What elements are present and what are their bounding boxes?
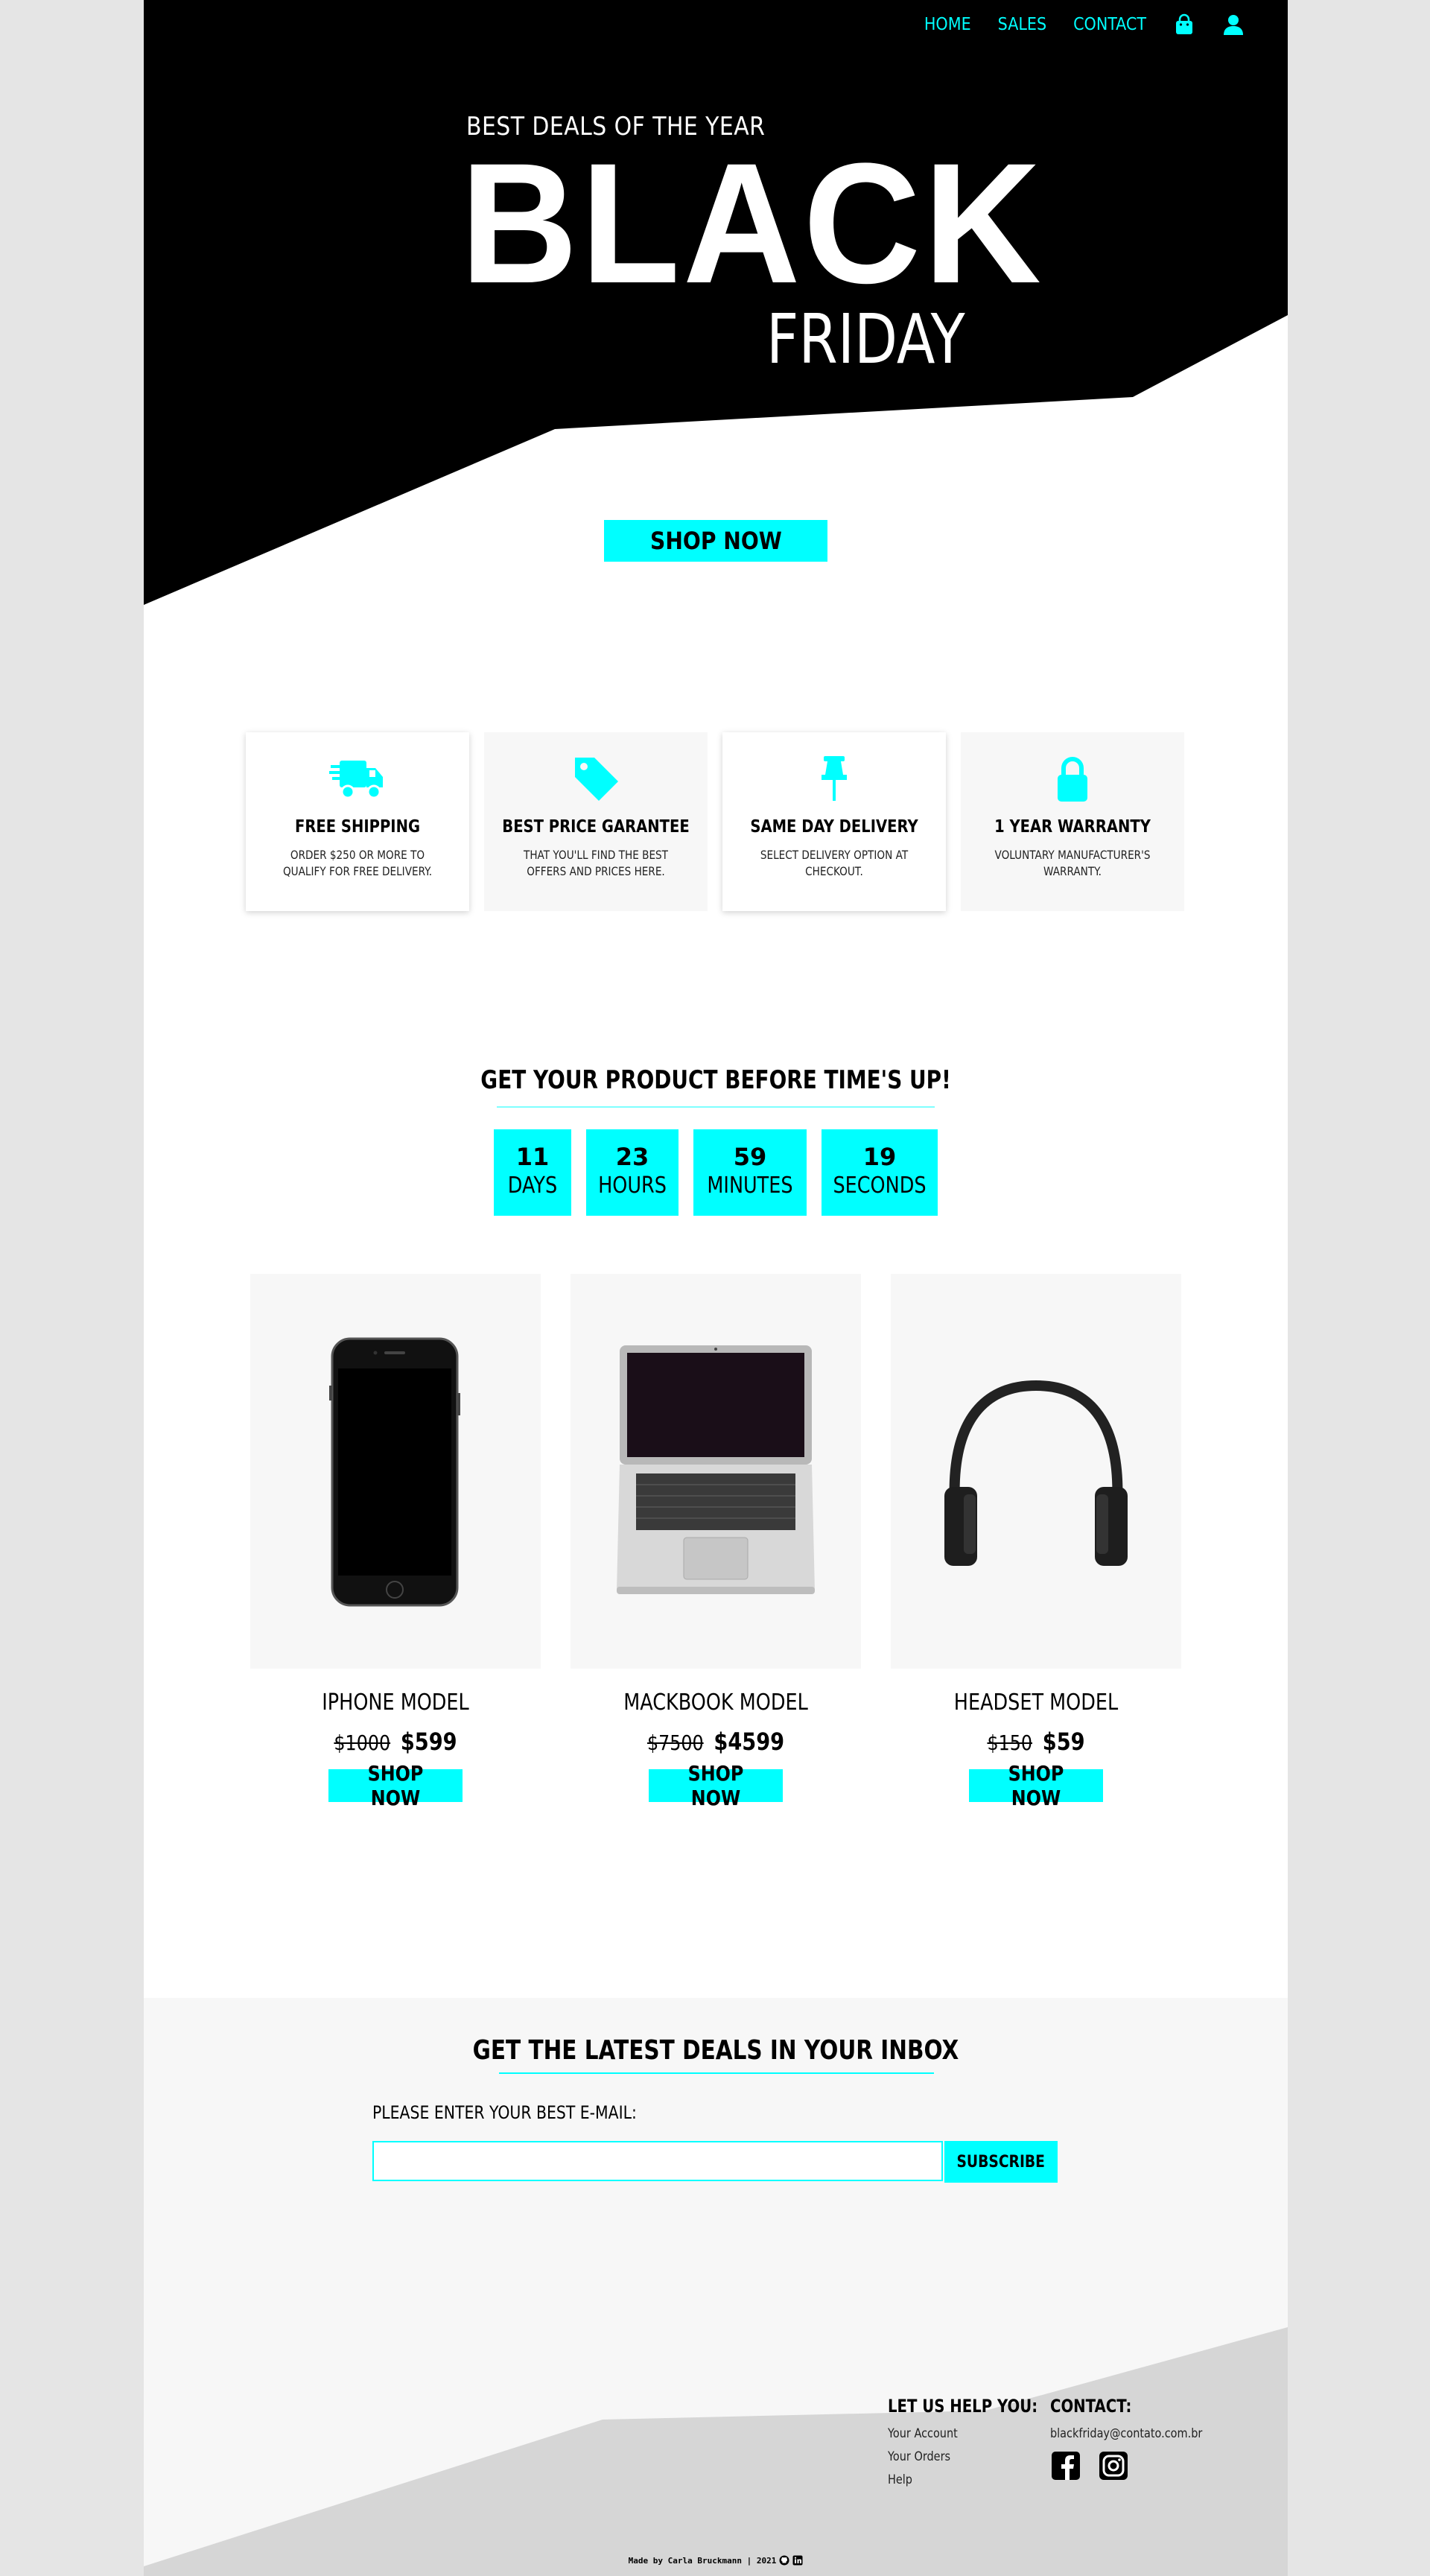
shipping-truck-icon: [329, 761, 383, 799]
features-row: FREE SHIPPING ORDER $250 OR MORE TO QUAL…: [246, 732, 1184, 911]
social-links: [1050, 2450, 1229, 2481]
footer-help-column: LET US HELP YOU: Your Account Your Order…: [888, 2396, 1070, 2492]
shopping-bag-icon[interactable]: [1173, 13, 1195, 36]
hero-title-friday: FRIDAY: [766, 299, 965, 379]
github-icon[interactable]: [779, 2555, 789, 2566]
credit-text: Made by Carla Bruckmann | 2021: [628, 2555, 777, 2566]
product-grid: IPHONE MODEL $1000 $599 SHOP NOW MACKBOO…: [250, 1274, 1181, 1810]
feature-title: SAME DAY DELIVERY: [750, 817, 918, 837]
nav-contact[interactable]: CONTACT: [1073, 15, 1146, 34]
nav-sales[interactable]: SALES: [998, 15, 1046, 34]
lock-icon: [1058, 757, 1087, 802]
product-prices: $7500 $4599: [592, 1728, 839, 1756]
footer-contact-column: CONTACT: blackfriday@contato.com.br: [1050, 2396, 1229, 2481]
timer-value: 19: [862, 1143, 897, 1171]
countdown-title-text: GET YOUR PRODUCT BEFORE TIME'S UP!: [480, 1065, 951, 1095]
product-image-iphone[interactable]: [250, 1274, 541, 1669]
footer-link-help[interactable]: Help: [888, 2469, 1043, 2492]
product-prices: $1000 $599: [272, 1728, 519, 1756]
timer-seconds: 19 SECONDS: [822, 1129, 938, 1216]
push-pin-icon: [822, 756, 847, 801]
countdown-title: GET YOUR PRODUCT BEFORE TIME'S UP!: [144, 1065, 1288, 1100]
old-price: $1000: [334, 1730, 391, 1755]
hero-shop-now-button[interactable]: SHOP NOW: [604, 520, 827, 562]
newsletter-title-text: GET THE LATEST DEALS IN YOUR INBOX: [472, 2035, 959, 2066]
feature-text: ORDER $250 OR MORE TO QUALIFY FOR FREE D…: [282, 848, 433, 878]
shop-now-button-macbook[interactable]: SHOP NOW: [649, 1761, 783, 1810]
feature-card-delivery: SAME DAY DELIVERY SELECT DELIVERY OPTION…: [722, 732, 946, 911]
feature-text: VOLUNTARY MANUFACTURER'S WARRANTY.: [994, 848, 1151, 878]
newsletter-title-underline: [499, 2072, 934, 2074]
page: HOME SALES CONTACT BEST DEALS OF THE YEA…: [144, 0, 1288, 2576]
feature-text: SELECT DELIVERY OPTION AT CHECKOUT.: [760, 848, 909, 878]
footer-link-orders[interactable]: Your Orders: [888, 2446, 1043, 2469]
top-nav: HOME SALES CONTACT: [924, 13, 1245, 36]
footer-help-title: LET US HELP YOU:: [888, 2396, 1038, 2417]
timer-label: SECONDS: [833, 1173, 927, 1199]
timer-label: DAYS: [507, 1173, 558, 1199]
sale-price: $599: [400, 1728, 457, 1756]
feature-title: FREE SHIPPING: [295, 817, 420, 837]
email-input[interactable]: [372, 2141, 943, 2181]
countdown-title-underline: [497, 1106, 935, 1108]
timer-value: 11: [515, 1143, 550, 1171]
feature-card-warranty: 1 YEAR WARRANTY VOLUNTARY MANUFACTURER'S…: [961, 732, 1184, 911]
shop-now-label: SHOP NOW: [367, 1761, 424, 1810]
feature-title: 1 YEAR WARRANTY: [994, 817, 1151, 837]
product-card-headset: HEADSET MODEL $150 $59 SHOP NOW: [891, 1274, 1181, 1810]
hero-title: BLACK: [460, 127, 1044, 319]
nav-home[interactable]: HOME: [924, 15, 971, 34]
instagram-icon[interactable]: [1098, 2450, 1129, 2481]
product-name: IPHONE MODEL: [322, 1690, 469, 1716]
subscribe-label: SUBSCRIBE: [956, 2152, 1046, 2171]
footer-credit: Made by Carla Bruckmann | 2021: [144, 2555, 1288, 2566]
subscribe-button[interactable]: SUBSCRIBE: [944, 2141, 1058, 2183]
product-image-macbook[interactable]: [571, 1274, 861, 1669]
footer-contact-title: CONTACT:: [1050, 2396, 1132, 2417]
timer-hours: 23 HOURS: [586, 1129, 679, 1216]
shop-now-label: SHOP NOW: [687, 1761, 744, 1810]
feature-card-price: BEST PRICE GARANTEE THAT YOU'LL FIND THE…: [484, 732, 708, 911]
sale-price: $4599: [714, 1728, 785, 1756]
countdown-timers: 11 DAYS 23 HOURS 59 MINUTES 19 SECONDS: [144, 1129, 1288, 1216]
feature-card-shipping: FREE SHIPPING ORDER $250 OR MORE TO QUAL…: [246, 732, 469, 911]
timer-days: 11 DAYS: [494, 1129, 571, 1216]
user-icon[interactable]: [1222, 13, 1245, 36]
product-prices: $150 $59: [912, 1728, 1160, 1756]
linkedin-icon[interactable]: [792, 2555, 803, 2566]
footer-email-link[interactable]: blackfriday@contato.com.br: [1050, 2423, 1202, 2446]
product-image-headset[interactable]: [891, 1274, 1181, 1669]
timer-value: 59: [733, 1143, 767, 1171]
timer-minutes: 59 MINUTES: [693, 1129, 807, 1216]
email-label: PLEASE ENTER YOUR BEST E-MAIL:: [372, 2102, 637, 2123]
timer-label: MINUTES: [707, 1173, 793, 1199]
newsletter-title: GET THE LATEST DEALS IN YOUR INBOX: [144, 2035, 1288, 2066]
product-name: HEADSET MODEL: [953, 1690, 1119, 1716]
shop-now-button-headset[interactable]: SHOP NOW: [969, 1761, 1103, 1810]
shop-now-button-iphone[interactable]: SHOP NOW: [328, 1761, 463, 1810]
timer-label: HOURS: [598, 1173, 667, 1199]
old-price: $7500: [646, 1730, 704, 1755]
old-price: $150: [987, 1730, 1033, 1755]
timer-value: 23: [615, 1143, 649, 1171]
footer-link-account[interactable]: Your Account: [888, 2423, 1043, 2446]
feature-title: BEST PRICE GARANTEE: [502, 817, 690, 837]
price-tag-icon: [575, 758, 618, 801]
hero-shop-now-label: SHOP NOW: [649, 527, 782, 555]
product-name: MACKBOOK MODEL: [623, 1690, 808, 1716]
facebook-icon[interactable]: [1050, 2450, 1081, 2481]
shop-now-label: SHOP NOW: [1008, 1761, 1064, 1810]
product-card-iphone: IPHONE MODEL $1000 $599 SHOP NOW: [250, 1274, 541, 1810]
feature-text: THAT YOU'LL FIND THE BEST OFFERS AND PRI…: [524, 848, 668, 878]
sale-price: $59: [1042, 1728, 1085, 1756]
product-card-macbook: MACKBOOK MODEL $7500 $4599 SHOP NOW: [571, 1274, 861, 1810]
